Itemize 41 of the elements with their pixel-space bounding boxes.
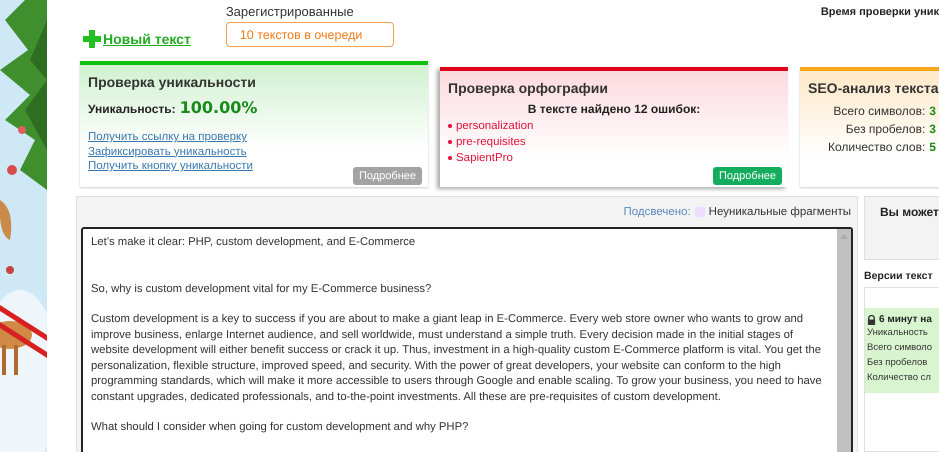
version-stat: Всего символо <box>867 341 934 355</box>
more-button[interactable]: Подробнее <box>352 167 422 185</box>
queue-button[interactable]: 10 текстов в очереди <box>226 22 394 47</box>
version-time: 6 минут на <box>879 314 932 325</box>
queue-label: Зарегистрированные <box>226 4 355 19</box>
spelling-error: SapientPro <box>456 152 513 164</box>
legend-text: Неуникальные фрагменты <box>708 206 851 218</box>
paragraph: So, why is custom development vital for my E-Commerce business? <box>91 282 432 296</box>
paragraph: What should I consider when going for custom development and why PHP? <box>91 420 470 435</box>
stat-label: Без пробелов: <box>844 122 926 136</box>
version-item[interactable]: 6 минут на Уникальность Всего символо Без пробелов Количество сл <box>865 308 939 393</box>
legend-label: Подсвечено: <box>623 206 691 218</box>
paragraph: Custom development is a key to success if you are about to make a giant leap in E-Commerce. Every web store owner who wants to grow and improve business, enlarge Internet audience, and sell worldwide, must understand a simple truth. Every decision made in the initial stages of website development will either benefit success or crack it up. Thus, investment in a high-quality custom E-Commerce platform is vital. You get the personalization, flexible structure, improved speed, and security. With the power of great developers, your website can conform to the high programming standards, which will make it more accessible to users through Google and enable scaling. To grow your business, you need to have constant upgrades, dedicated professionals, and to-the-point investments. All these are pre-requisites of custom development. <box>91 312 823 404</box>
versions-title: Версии текст <box>864 270 934 282</box>
link[interactable]: Получить ссылку на проверку <box>88 130 420 144</box>
error-summary: В тексте найдено 12 ошибок: <box>526 102 702 116</box>
version-stat: Уникальность <box>867 326 929 340</box>
stat-label: Количество слов: <box>827 140 926 154</box>
stat-label: Всего символов: <box>832 104 926 118</box>
stat-value: 5 <box>929 140 936 154</box>
bullet-icon <box>448 124 452 128</box>
notice-text: Вы может <box>880 205 939 219</box>
check-time-label: Время проверки уник <box>820 6 939 18</box>
spelling-error: pre-requisites <box>456 136 526 148</box>
stat-value: 3 <box>929 122 936 136</box>
stat-value: 3 <box>929 104 936 118</box>
version-stat: Количество сл <box>867 371 932 385</box>
version-stat: Без пробелов <box>867 356 928 370</box>
uniqueness-value: 100.00% <box>180 98 258 117</box>
card-title: Проверка уникальности <box>88 74 257 90</box>
scrollbar[interactable] <box>837 229 851 452</box>
bullet-icon <box>448 140 452 144</box>
spelling-error: personalization <box>456 120 534 132</box>
card-title: SEO-анализ текста <box>808 80 939 96</box>
card-title: Проверка орфографии <box>448 80 609 96</box>
bullet-icon <box>448 156 452 160</box>
more-button[interactable]: Подробнее <box>712 167 782 185</box>
paragraph: Let’s make it clear: PHP, custom development, and E-Commerce <box>91 235 416 250</box>
new-text-link[interactable]: Новый текст <box>83 30 191 48</box>
uniqueness-label: Уникальность: <box>88 102 176 116</box>
link[interactable]: Зафиксировать уникальность <box>88 144 420 159</box>
